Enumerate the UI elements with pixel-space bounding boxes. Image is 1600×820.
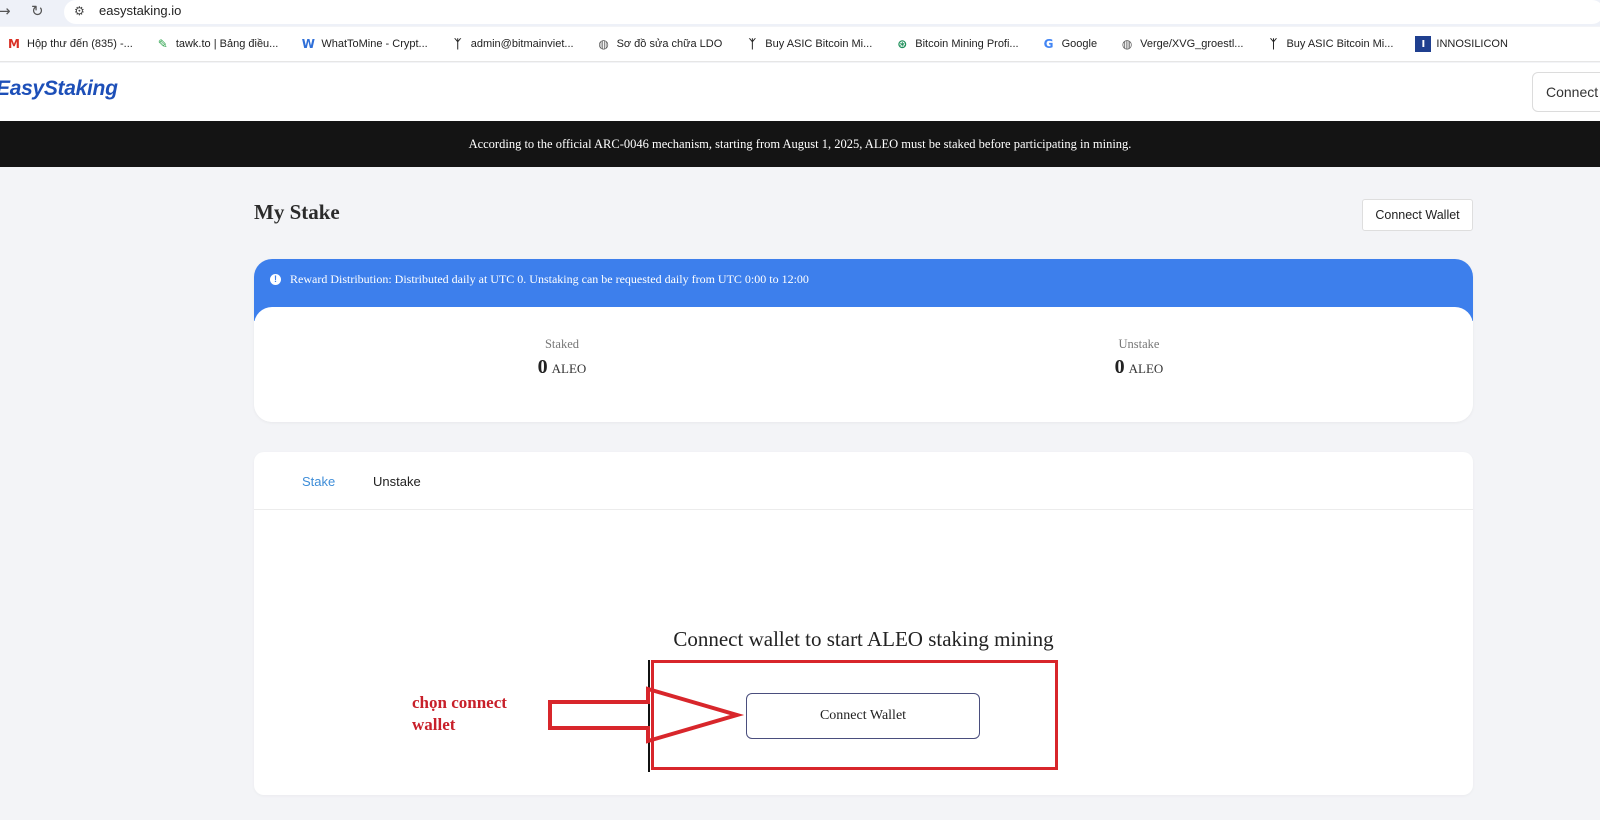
announcement-banner: According to the official ARC-0046 mecha… xyxy=(0,121,1600,167)
mining-profit-icon: ⊛ xyxy=(897,37,908,51)
unstake-value: 0 xyxy=(1114,356,1125,378)
bitmain-icon: ᛉ xyxy=(1269,37,1278,51)
staked-stat: Staked 0 ALEO xyxy=(522,337,602,379)
stake-stats: Staked 0 ALEO Unstake 0 ALEO xyxy=(254,307,1473,422)
gmail-icon: M xyxy=(8,37,20,51)
bookmark-item[interactable]: ᛉ Buy ASIC Bitcoin Mi... xyxy=(744,36,873,52)
globe-icon: ◍ xyxy=(598,37,609,51)
reload-icon[interactable]: ↻ xyxy=(31,2,44,20)
site-settings-icon[interactable]: ⚙ xyxy=(74,4,85,18)
bookmarks-bar: M Hộp thư đến (835) -... ✎ tawk.to | Bảng đ… xyxy=(0,27,1600,62)
bookmark-label: Verge/XVG_groestl... xyxy=(1140,38,1244,50)
unstake-label: Unstake xyxy=(1118,337,1160,351)
staked-value: 0 xyxy=(537,356,548,378)
bookmark-item[interactable]: ᛉ admin@bitmainviet... xyxy=(450,36,574,52)
bookmark-item[interactable]: ⊛ Bitcoin Mining Profi... xyxy=(894,36,1018,52)
bookmark-item[interactable]: G Google xyxy=(1041,36,1097,52)
staked-unit: ALEO xyxy=(551,361,587,376)
bookmark-label: Buy ASIC Bitcoin Mi... xyxy=(1286,38,1394,50)
browser-address-row: → ↻ ⚙ easystaking.io xyxy=(0,0,1600,26)
annotation-arrow-icon xyxy=(548,686,745,744)
bookmark-item[interactable]: ◍ Verge/XVG_groestl... xyxy=(1119,36,1244,52)
bookmark-item[interactable]: ✎ tawk.to | Bảng điều... xyxy=(155,36,279,52)
unstake-stat: Unstake 0 ALEO xyxy=(1099,337,1179,379)
header-connect-button[interactable]: Connect xyxy=(1532,72,1600,112)
whattomine-icon: W xyxy=(301,37,315,51)
stake-summary-card: ! Reward Distribution: Distributed daily… xyxy=(254,259,1473,422)
tab-bar: Stake Unstake xyxy=(254,452,1473,510)
bookmark-label: INNOSILICON xyxy=(1436,38,1508,50)
annotation-text: chọn connect wallet xyxy=(412,692,562,736)
staked-label: Staked xyxy=(544,337,580,351)
bookmark-item[interactable]: M Hộp thư đến (835) -... xyxy=(6,36,133,52)
bookmark-label: Bitcoin Mining Profi... xyxy=(915,38,1019,50)
bookmark-label: Google xyxy=(1061,38,1098,50)
bookmark-label: WhatToMine - Crypt... xyxy=(321,38,428,50)
bookmark-item[interactable]: ◍ Sơ đồ sửa chữa LDO xyxy=(596,36,723,52)
bookmark-label: Buy ASIC Bitcoin Mi... xyxy=(765,38,873,50)
address-bar[interactable] xyxy=(64,0,1600,24)
google-icon: G xyxy=(1043,37,1054,51)
tab-unstake[interactable]: Unstake xyxy=(373,474,421,489)
bookmark-item[interactable]: ᛉ Buy ASIC Bitcoin Mi... xyxy=(1265,36,1394,52)
bookmark-label: tawk.to | Bảng điều... xyxy=(175,38,279,50)
bookmark-label: admin@bitmainviet... xyxy=(470,38,574,50)
tab-stake[interactable]: Stake xyxy=(302,474,335,489)
info-icon: ! xyxy=(270,274,281,285)
bookmark-item[interactable]: I INNOSILICON xyxy=(1415,36,1508,52)
bookmark-item[interactable]: W WhatToMine - Crypt... xyxy=(300,36,428,52)
connect-prompt-text: Connect wallet to start ALEO staking min… xyxy=(673,627,1054,651)
innosilicon-icon: I xyxy=(1415,36,1432,52)
connect-wallet-button-top[interactable]: Connect Wallet xyxy=(1362,199,1473,231)
globe-icon: ◍ xyxy=(1121,37,1133,51)
bookmark-label: Sơ đồ sửa chữa LDO xyxy=(616,38,723,50)
url-text[interactable]: easystaking.io xyxy=(99,3,181,18)
site-header: EasyStaking Connect xyxy=(0,63,1600,121)
reward-info-text: Reward Distribution: Distributed daily a… xyxy=(290,272,809,286)
bitmain-icon: ᛉ xyxy=(454,37,462,51)
forward-arrow-icon[interactable]: → xyxy=(0,2,11,20)
annotation-line-2: wallet xyxy=(412,715,456,734)
annotation-line-1: chọn connect xyxy=(412,693,507,712)
easystaking-logo[interactable]: EasyStaking xyxy=(0,77,118,101)
bitmain-icon: ᛉ xyxy=(748,37,756,51)
tawk-icon: ✎ xyxy=(157,37,168,51)
bookmark-label: Hộp thư đến (835) -... xyxy=(27,38,133,50)
page-title: My Stake xyxy=(254,200,340,224)
unstake-unit: ALEO xyxy=(1128,361,1164,376)
